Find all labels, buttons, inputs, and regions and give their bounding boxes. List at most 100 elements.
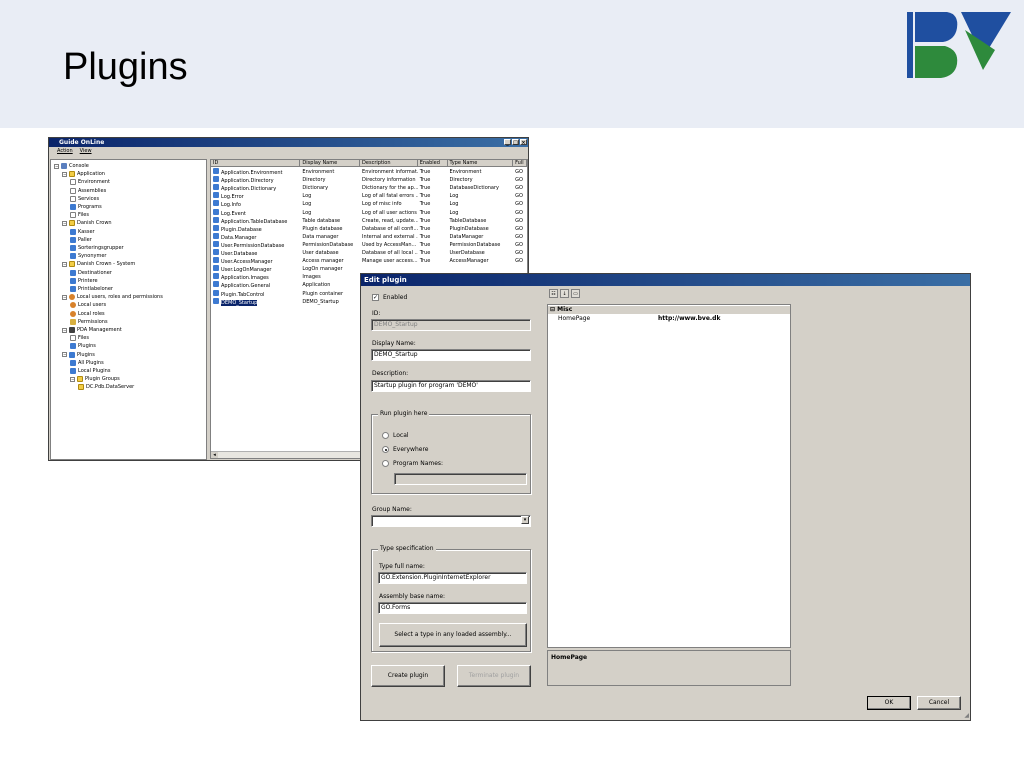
property-row-homepage[interactable]: HomePage http://www.bve.dk [548,315,790,323]
edit-titlebar[interactable]: Edit plugin [361,274,970,286]
property-pages-icon[interactable]: ▭ [571,289,580,298]
tree-item[interactable]: Local users [70,301,106,309]
menu-action[interactable]: Action [57,147,73,156]
tree-collapse-icon[interactable]: − [62,261,67,267]
tree-item[interactable]: Files [70,211,89,219]
assembly-base-name-field[interactable]: GO.Forms [378,602,527,614]
tree-item[interactable]: DC.Pdb.DataServer [78,383,134,391]
column-header[interactable]: Description [360,160,418,167]
table-cell-text: Log.Event [221,210,246,217]
tree-item[interactable]: − Plugin Groups [70,375,120,383]
table-row[interactable]: Application.Dictionary Dictionary Dictiona… [211,184,527,192]
table-row[interactable]: Plugin.Database Plugin database Database o… [211,224,527,233]
tree-item[interactable]: Files [70,334,89,342]
tree-item[interactable]: Environment [70,178,110,186]
resize-grip-icon[interactable]: ◢ [964,712,969,719]
program-names-field[interactable] [394,473,527,485]
table-cell: LogOn manager [300,265,360,273]
scroll-left-icon[interactable]: ◂ [211,452,218,458]
tree-item[interactable]: All Plugins [70,359,104,367]
table-row[interactable]: Application.Directory Directory Directory … [211,176,527,184]
table-row[interactable]: User.AccessManager Access manager Manage u… [211,257,527,265]
radio-everywhere[interactable]: Everywhere [382,446,428,453]
tree-item[interactable]: Destinationer [70,269,112,277]
close-button[interactable]: × [520,139,527,146]
column-header[interactable]: Display Name [300,160,361,167]
table-cell-text: Manage user access... [362,258,418,265]
property-value[interactable]: http://www.bve.dk [656,315,790,323]
property-grid[interactable]: ⊟ Misc HomePage http://www.bve.dk [547,304,791,648]
tree-collapse-icon[interactable]: − [62,327,67,333]
column-header[interactable]: ID [211,160,301,167]
ok-button[interactable]: OK [867,696,911,710]
tree-item[interactable]: Assemblies [70,187,106,195]
table-row[interactable]: User.Database User database Database of al… [211,249,527,257]
table-row[interactable]: Log.Error Log Log of all fatal errors ... T… [211,192,527,200]
tree-item[interactable]: − Danish Crown - System [62,260,135,268]
tree-item[interactable]: − Plugins [62,351,95,359]
select-type-button[interactable]: Select a type in any loaded assembly... [379,623,527,647]
table-row[interactable]: Data.Manager Data manager Internal and ext… [211,232,527,241]
tree-collapse-icon[interactable]: − [62,294,67,300]
column-header[interactable]: Enabled [417,160,448,167]
tree-collapse-icon[interactable]: − [70,376,75,382]
maximize-button[interactable]: □ [512,139,519,146]
tree-item[interactable]: Local Plugins [70,367,110,375]
tree-item[interactable]: Permissions [70,318,108,326]
categorized-view-icon[interactable]: ☷ [549,289,558,298]
table-row[interactable]: Application.Environment Environment Enviro… [211,168,527,176]
id-field[interactable]: DEMO_Startup [371,319,531,331]
tree-item[interactable]: Services [70,195,99,203]
table-cell: Log [300,200,360,208]
alphabetical-sort-icon[interactable]: ↓ [560,289,569,298]
table-row[interactable]: User.PermissionDatabase PermissionDatabas… [211,240,527,249]
table-row[interactable]: Application.TableDatabase Table database C… [211,216,527,225]
tree-item[interactable]: − Local users, roles and permissions [62,293,163,301]
tree-item[interactable]: Sorteringsgrupper [70,244,124,252]
tree-item[interactable]: − Danish Crown [62,219,112,227]
chevron-down-icon[interactable]: ▾ [521,516,529,524]
tree-item[interactable]: Printlabeloner [70,285,113,293]
table-row[interactable]: Log.Event Log Log of all user actions True L… [211,208,527,217]
radio-program-names[interactable]: Program Names: [382,460,443,467]
terminate-plugin-button[interactable]: Terminate plugin [457,665,531,687]
tree-item[interactable]: Local roles [70,310,105,318]
column-header[interactable]: Type Name [447,160,514,167]
tree-collapse-icon[interactable]: − [62,171,67,177]
tree-item[interactable]: Programs [70,203,102,211]
guide-titlebar[interactable]: Guide OnLine _ □ × [49,138,528,147]
tree-item[interactable]: − PDA Management [62,326,122,334]
cancel-button[interactable]: Cancel [917,696,961,710]
tree-item[interactable]: Paller [70,236,92,244]
description-field[interactable]: Startup plugin for program 'DEMO' [371,380,531,392]
table-cell-text: AccessManager [449,258,489,265]
console-tree[interactable]: − Console − Application Environment Assemblie… [50,159,207,460]
tree-item[interactable]: Synonymer [70,252,107,260]
type-full-name-field[interactable]: GO.Extension.PluginInternetExplorer [378,572,527,584]
page-icon [70,212,76,219]
tree-item[interactable]: − Application [62,170,105,178]
tree-item[interactable]: − Console [54,162,89,170]
menu-view[interactable]: View [80,147,92,156]
table-cell-text: Environment informat... [362,169,418,175]
column-header[interactable]: Full [513,160,527,167]
id-label: ID: [372,310,381,317]
display-name-field[interactable]: DEMO_Startup [371,349,531,361]
group-name-select[interactable] [371,515,531,527]
tree-item-label: Files [78,212,89,219]
tree-item[interactable]: Plugins [70,342,96,350]
tree-item[interactable]: Printere [70,277,98,285]
table-cell-text: Log [449,201,459,208]
tree-collapse-icon[interactable]: − [62,352,67,358]
enabled-checkbox[interactable]: ✓ Enabled [372,294,407,301]
radio-local[interactable]: Local [382,432,409,439]
create-plugin-button[interactable]: Create plugin [371,665,445,687]
minimize-button[interactable]: _ [504,139,511,146]
table-cell-text: True [419,177,431,184]
table-cell-text: GO [515,177,523,184]
tree-collapse-icon[interactable]: − [62,220,67,226]
property-category-misc[interactable]: ⊟ Misc [548,306,790,314]
tree-collapse-icon[interactable]: − [54,163,59,169]
tree-item[interactable]: Kasser [70,228,95,236]
table-row[interactable]: Log.Info Log Log of misc info True Log GO [211,200,527,208]
